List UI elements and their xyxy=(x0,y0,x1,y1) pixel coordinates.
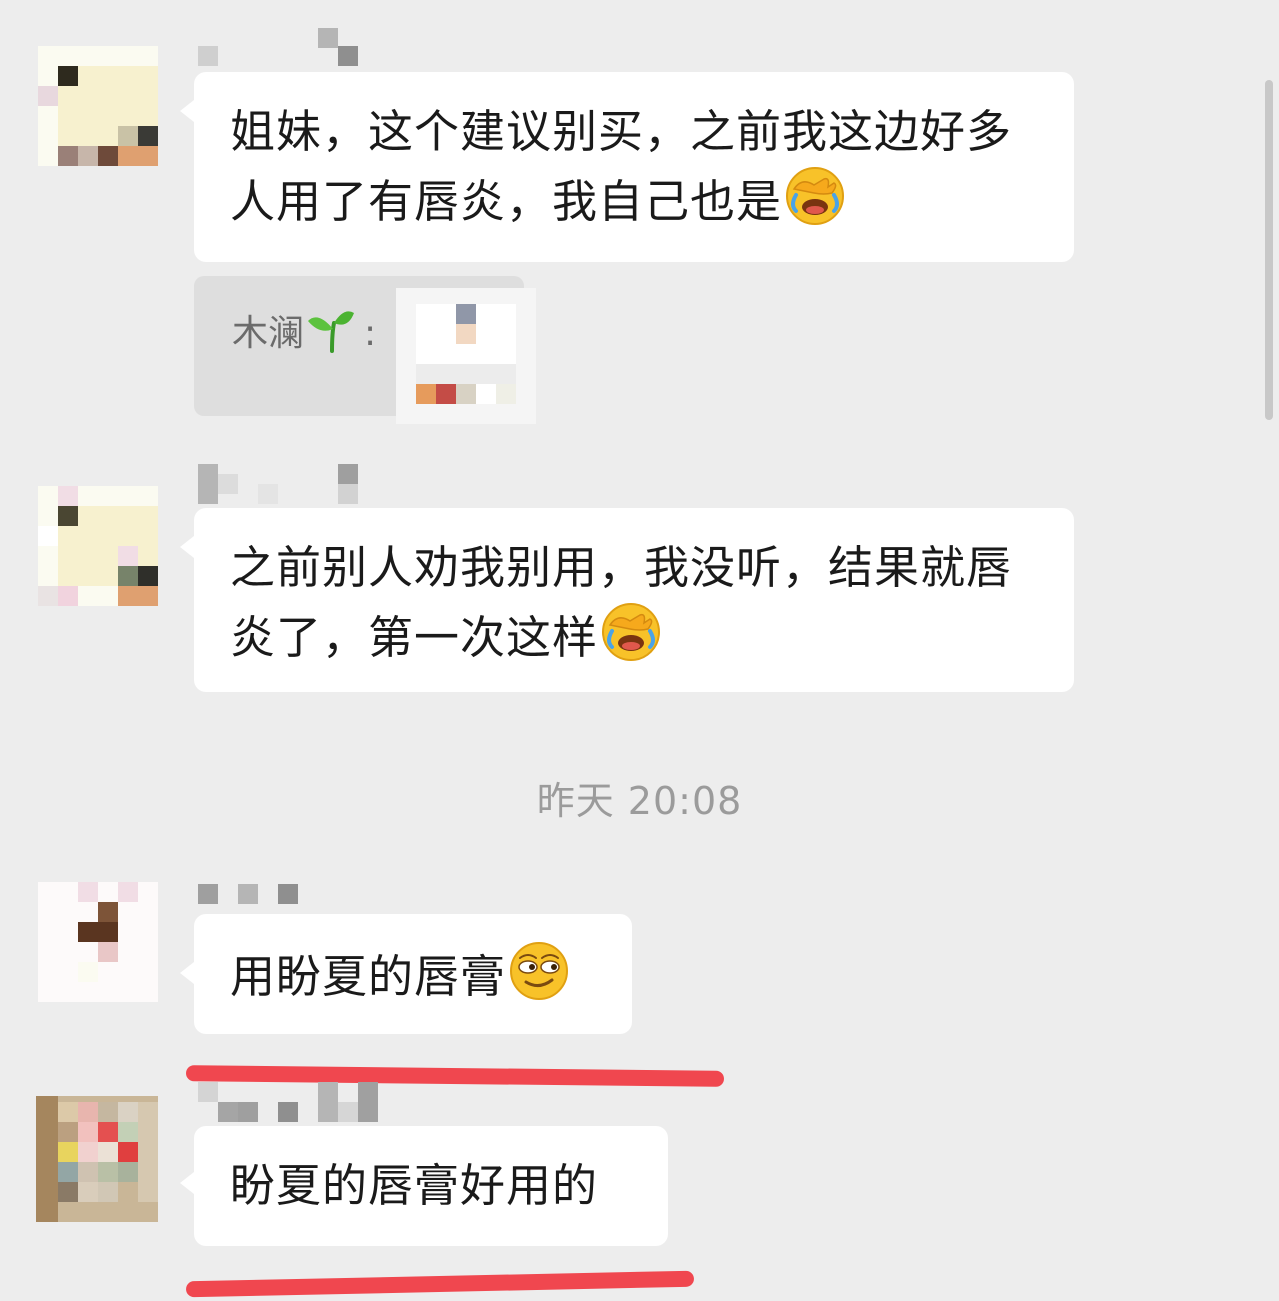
avatar[interactable] xyxy=(38,486,158,606)
timestamp: 昨天 20:08 xyxy=(536,779,743,823)
quote-colon: : xyxy=(364,313,377,354)
avatar[interactable] xyxy=(36,1096,158,1222)
message-text: 盼夏的唇膏好用的 xyxy=(230,1159,599,1212)
message-bubble[interactable]: 姐妹，这个建议别买，之前我这边好多人用了有唇炎，我自己也是 xyxy=(194,72,1074,262)
sender-name-redacted xyxy=(198,28,358,68)
sender-name-redacted xyxy=(198,882,308,906)
avatar[interactable] xyxy=(38,46,158,166)
facepalm-laugh-emoji-icon xyxy=(784,165,846,245)
smirk-emoji-icon xyxy=(508,940,570,1020)
avatar[interactable] xyxy=(38,882,158,1002)
seedling-icon xyxy=(306,307,356,362)
sender-name-redacted xyxy=(198,1082,378,1122)
message-text: 姐妹，这个建议别买，之前我这边好多人用了有唇炎，我自己也是 xyxy=(230,105,1013,228)
quote-sender-name: 木澜 xyxy=(232,313,305,354)
message-bubble[interactable]: 盼夏的唇膏好用的 xyxy=(194,1126,668,1246)
scrollbar[interactable] xyxy=(1265,80,1273,420)
bubble-tail xyxy=(180,962,194,984)
sender-name-redacted xyxy=(198,464,358,504)
message-text: 用盼夏的唇膏 xyxy=(230,950,507,1003)
bubble-tail xyxy=(180,1172,194,1194)
quoted-image-thumbnail[interactable] xyxy=(396,288,536,424)
red-annotation-underline xyxy=(185,1270,695,1298)
facepalm-laugh-emoji-icon xyxy=(600,601,662,681)
message-bubble[interactable]: 之前别人劝我别用，我没听，结果就唇炎了，第一次这样 xyxy=(194,508,1074,692)
bubble-tail xyxy=(180,100,194,122)
message-bubble[interactable]: 用盼夏的唇膏 xyxy=(194,914,632,1034)
bubble-tail xyxy=(180,536,194,558)
